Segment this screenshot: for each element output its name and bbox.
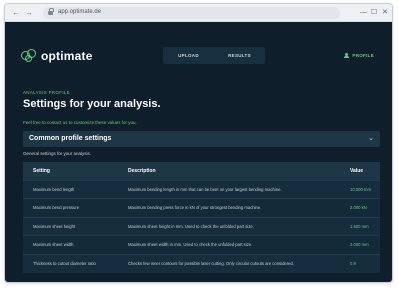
tab-upload[interactable]: UPLOAD	[163, 47, 214, 64]
setting-name: Maximum bend pressure	[23, 198, 118, 217]
setting-description: Maximum bending length in mm that can be…	[118, 179, 340, 199]
common-settings-accordion[interactable]: Common profile settings ⌄	[23, 131, 380, 147]
lock-icon	[48, 8, 54, 16]
setting-value[interactable]: 0.8	[340, 253, 380, 273]
setting-name: Maximum bend length	[23, 179, 118, 199]
column-header-description: Description	[118, 162, 340, 180]
setting-value[interactable]: 3.000 mm	[340, 235, 380, 254]
table-header-row: Setting Description Value	[23, 162, 380, 180]
page-title: Settings for your analysis.	[23, 98, 161, 110]
address-text: app.optimate.de	[58, 9, 102, 15]
logo[interactable]: optimate	[21, 49, 93, 63]
table-row: Thickness to cutout diameter ratio Check…	[23, 253, 380, 273]
profile-label: PROFILE	[352, 53, 374, 58]
user-icon	[344, 53, 350, 58]
logo-text: optimate	[41, 49, 93, 63]
contact-link[interactable]: Feel free to contact us to customize the…	[23, 120, 137, 125]
app-content: optimate UPLOAD RESULTS PROFILE ANALYSIS…	[5, 22, 392, 282]
profile-link[interactable]: PROFILE	[344, 53, 374, 58]
section-description: General settings for your analysis.	[23, 151, 92, 156]
table-row: Maximum sheet width Maximum sheet width …	[23, 235, 380, 254]
maximize-icon[interactable]: ☐	[371, 8, 377, 17]
setting-value[interactable]: 1.500 mm	[340, 216, 380, 236]
main-tabs: UPLOAD RESULTS	[163, 47, 265, 64]
address-bar[interactable]: app.optimate.de	[43, 7, 340, 19]
forward-icon[interactable]: →	[25, 8, 33, 18]
logo-icon	[21, 49, 37, 63]
setting-description: Maximum sheet height in mm. Used to chec…	[118, 216, 340, 236]
table-row: Maximum bend length Maximum bending leng…	[23, 179, 380, 199]
setting-name: Maximum sheet width	[23, 235, 118, 254]
tab-results[interactable]: RESULTS	[214, 47, 265, 64]
minimize-icon[interactable]: —	[360, 8, 367, 17]
setting-description: Checks few inner contours for possible l…	[118, 253, 340, 273]
column-header-setting: Setting	[23, 162, 118, 180]
back-icon[interactable]: ←	[12, 8, 20, 18]
column-header-value: Value	[340, 162, 380, 180]
chevron-down-icon[interactable]: ⌄	[368, 134, 374, 142]
accordion-title: Common profile settings	[29, 135, 112, 142]
page-eyebrow: ANALYSIS PROFILE	[23, 90, 70, 95]
setting-description: Maximum bending press force in kN of you…	[118, 198, 340, 217]
setting-description: Maximum sheet width in mm. Used to check…	[118, 235, 340, 254]
table-row: Maximum sheet height Maximum sheet heigh…	[23, 216, 380, 236]
close-icon[interactable]: ✕	[382, 8, 388, 17]
browser-toolbar: ← → app.optimate.de — ☐ ✕	[5, 4, 392, 22]
setting-value[interactable]: 10.000 mm	[340, 179, 380, 199]
browser-window: ← → app.optimate.de — ☐ ✕ optimate UPLOA…	[4, 3, 393, 283]
settings-table: Setting Description Value Maximum bend l…	[23, 162, 380, 273]
table-row: Maximum bend pressure Maximum bending pr…	[23, 198, 380, 217]
setting-name: Thickness to cutout diameter ratio	[23, 253, 118, 273]
setting-name: Maximum sheet height	[23, 216, 118, 236]
setting-value[interactable]: 2.000 kN	[340, 198, 380, 217]
